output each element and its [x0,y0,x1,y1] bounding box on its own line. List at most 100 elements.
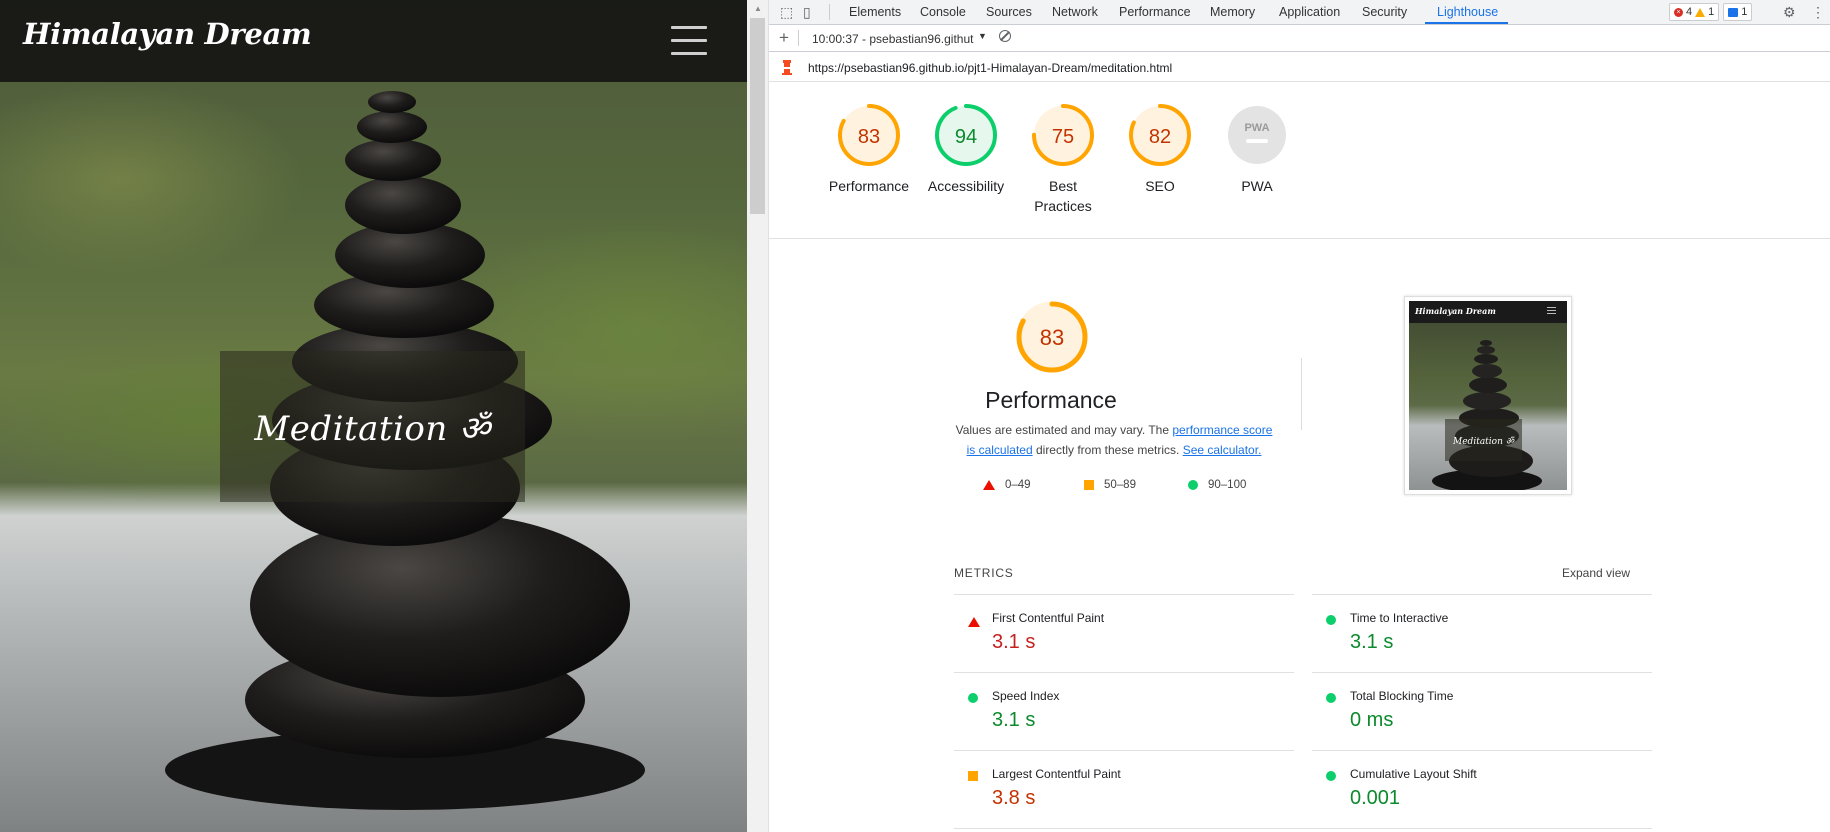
legend-average: 50–89 [1084,479,1136,491]
pass-circle-icon [1326,693,1336,703]
metric-name: Largest Contentful Paint [992,767,1121,781]
metric-value: 3.1 s [992,709,1036,731]
scroll-up-arrow-icon[interactable]: ▲ [754,4,762,13]
issue-counters[interactable]: × 4 1 1 [1669,3,1753,21]
legend-average-range: 50–89 [1104,479,1136,491]
tab-separator [829,4,830,20]
message-count-value: 1 [1741,6,1748,18]
tab-memory[interactable]: Memory [1210,5,1255,19]
metric-value: 0.001 [1350,787,1401,809]
score-value: 83 [858,126,880,148]
settings-gear-icon[interactable]: ⚙ [1783,4,1796,21]
metric-time-to-interactive: Time to Interactive 3.1 s [1312,594,1652,672]
metric-name: Time to Interactive [1350,611,1449,625]
tab-security[interactable]: Security [1362,5,1407,19]
thumbnail-image: Himalayan Dream Meditation ॐ [1409,301,1567,490]
error-count-value: 4 [1686,6,1693,18]
legend-pass: 90–100 [1188,479,1246,491]
pass-circle-icon [1326,771,1336,781]
pwa-badge-icon: PWA [1244,122,1269,134]
score-gauge-accessibility[interactable]: 94 Accessibility [916,102,1016,196]
fail-triangle-icon [968,617,980,627]
final-screenshot-thumbnail[interactable]: Himalayan Dream Meditation ॐ [1404,296,1572,495]
active-tab-indicator [1425,22,1508,24]
tab-lighthouse[interactable]: Lighthouse [1437,5,1498,19]
tab-console[interactable]: Console [920,5,966,19]
message-icon [1728,7,1739,17]
score-ring: 75 [1032,104,1094,166]
score-label: Best Practices [1034,178,1092,214]
metric-name: Cumulative Layout Shift [1350,767,1477,781]
score-gauge-pwa[interactable]: PWA PWA [1207,102,1307,196]
page-scrollbar[interactable]: ▲ [747,0,769,832]
legend-fail: 0–49 [983,479,1031,491]
score-label: Performance [828,178,910,194]
score-label: Accessibility [927,178,1005,194]
tab-application[interactable]: Application [1279,5,1340,19]
tab-elements[interactable]: Elements [849,5,901,19]
thumbnail-hero-title: Meditation ॐ [1445,419,1522,461]
new-report-plus-icon[interactable]: + [779,28,789,48]
metric-cumulative-layout-shift: Cumulative Layout Shift 0.001 [1312,750,1652,828]
score-ring-bg [1228,106,1286,164]
devtools-tabbar: ⬚ ▯ Elements Console Sources Network Per… [769,0,1830,25]
score-ring: PWA [1228,106,1286,164]
audited-url[interactable]: https://psebastian96.github.io/pjt1-Hima… [808,61,1172,75]
expand-view-toggle[interactable]: Expand view [1562,566,1630,580]
metric-value: 3.1 s [992,631,1036,653]
toolbar-separator [798,30,799,46]
performance-description: Values are estimated and may vary. The p… [954,420,1274,460]
device-toolbar-icon[interactable]: ▯ [803,4,811,21]
report-selector[interactable]: 10:00:37 - psebastian96.githut [812,32,973,46]
report-url-bar: https://psebastian96.github.io/pjt1-Hima… [769,52,1830,82]
average-square-icon [1084,480,1094,490]
score-gauge-best-practices[interactable]: 75 Best Practices [1013,102,1113,216]
pass-circle-icon [1326,615,1336,625]
clear-reports-icon[interactable] [999,30,1011,42]
metric-total-blocking-time: Total Blocking Time 0 ms [1312,672,1652,750]
warning-count-value: 1 [1708,6,1715,18]
metric-value: 3.8 s [992,787,1036,809]
metric-value: 3.1 s [1350,631,1394,653]
hamburger-menu-icon[interactable] [671,26,707,56]
fail-triangle-icon [983,480,995,490]
metric-value: 0 ms [1350,709,1394,731]
thumbnail-logo: Himalayan Dream [1415,306,1496,316]
thumbnail-stones-image [1432,340,1542,490]
metric-first-contentful-paint: First Contentful Paint 3.1 s [954,594,1294,672]
inspect-element-icon[interactable]: ⬚ [780,4,793,21]
scrollbar-thumb[interactable] [750,18,765,214]
lighthouse-logo-icon [782,60,792,75]
legend-pass-range: 90–100 [1208,479,1247,491]
more-options-icon[interactable]: ⋮ [1811,4,1825,21]
error-count[interactable]: × 4 1 [1669,3,1720,21]
desc-text-1: Values are estimated and may vary. The [955,423,1173,437]
report-dropdown-caret-icon[interactable]: ▼ [978,31,987,41]
score-gauge-seo[interactable]: 82 SEO [1110,102,1210,196]
tab-performance[interactable]: Performance [1119,5,1191,19]
pwa-dash [1246,139,1268,143]
performance-heading: Performance [985,387,1117,413]
metric-name: First Contentful Paint [992,611,1105,625]
hero-title: Meditation ॐ [254,408,491,449]
tab-sources[interactable]: Sources [986,5,1032,19]
site-navbar: Himalayan Dream [0,0,747,82]
score-ring: 83 [838,104,900,166]
score-value: 82 [1149,126,1171,148]
site-logo[interactable]: Himalayan Dream [23,17,312,51]
score-label: SEO [1145,178,1175,194]
legend-fail-range: 0–49 [1005,479,1031,491]
score-ring: 94 [935,104,997,166]
performance-big-gauge-ring: 83 [1016,301,1088,373]
desc-text-2: directly from these metrics. [1032,443,1183,457]
pass-circle-icon [1188,480,1198,490]
metric-speed-index: Speed Index 3.1 s [954,672,1294,750]
see-calculator-link[interactable]: See calculator. [1183,443,1262,457]
website-viewport: Himalayan Dream Meditation ॐ [0,0,747,832]
section-divider [769,238,1830,239]
message-count[interactable]: 1 [1723,3,1753,21]
tab-network[interactable]: Network [1052,5,1098,19]
thumbnail-navbar: Himalayan Dream [1409,301,1567,323]
score-gauge-performance[interactable]: 83 Performance [819,102,919,196]
metric-name: Total Blocking Time [1350,689,1454,703]
